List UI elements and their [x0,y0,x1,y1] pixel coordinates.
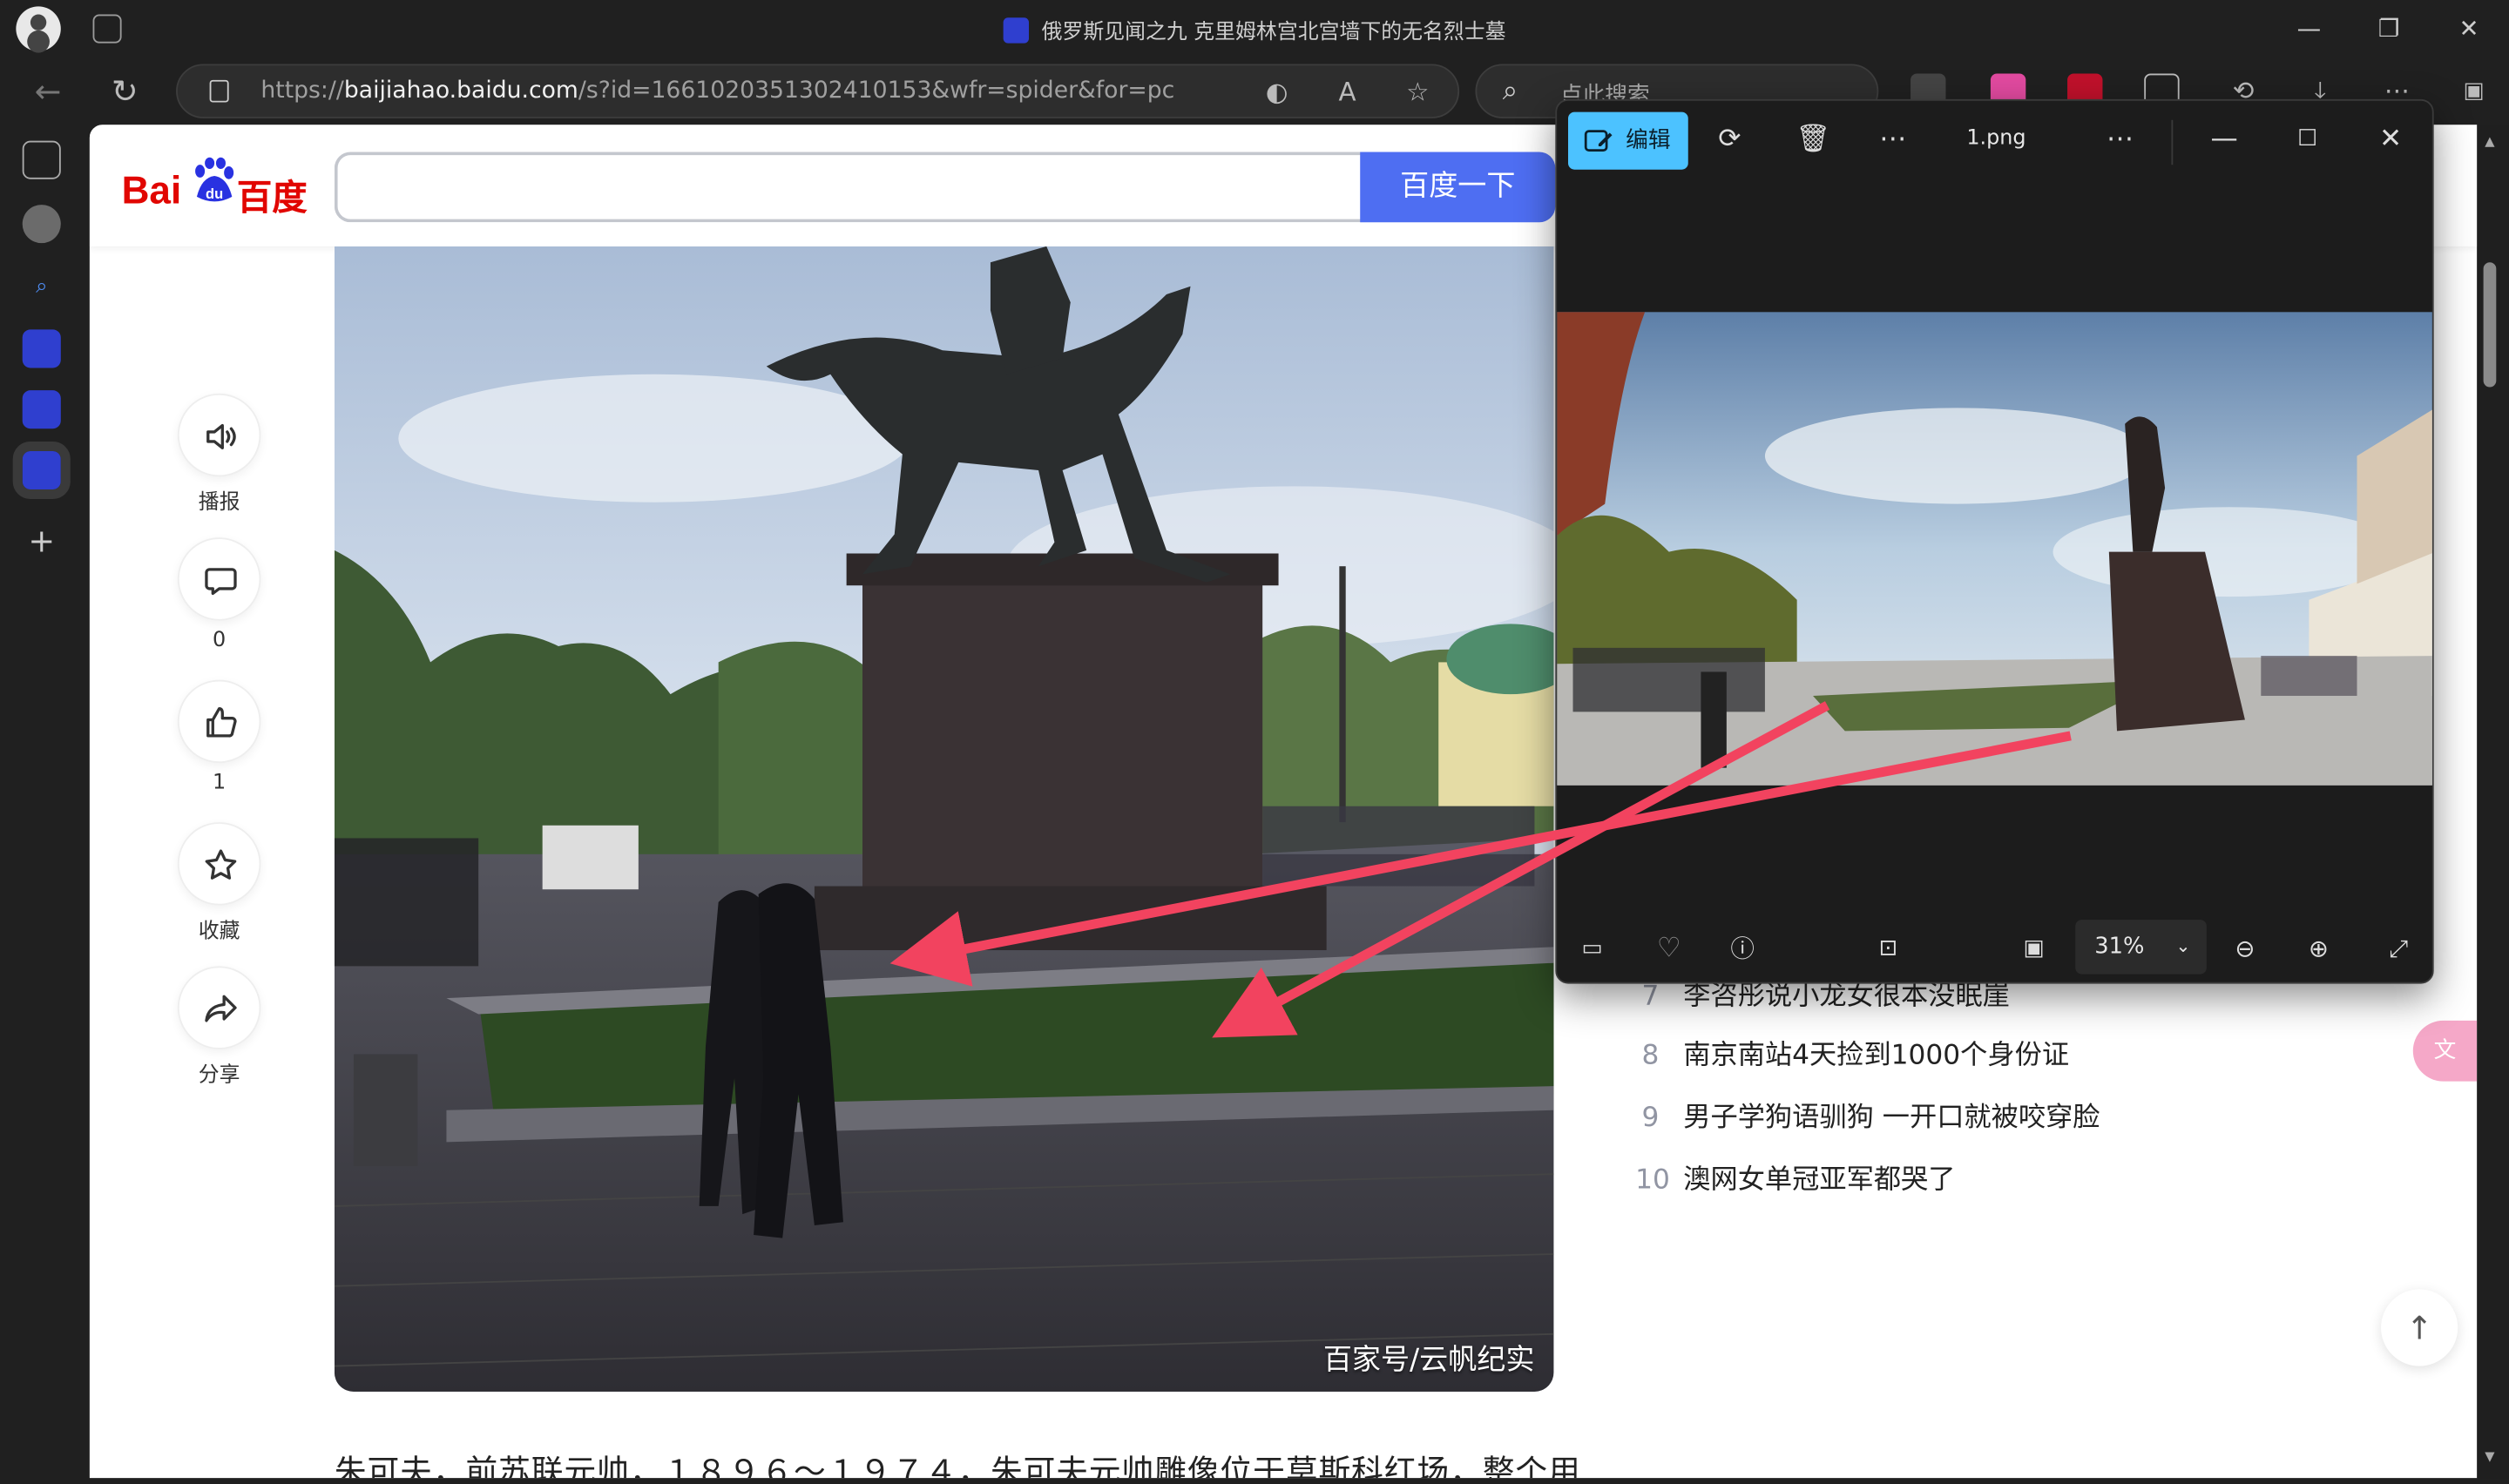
hot-rank: 8 [1641,1039,1660,1072]
broadcast-button[interactable] [177,393,261,477]
baidu-logo[interactable]: Bai du 百度 [122,151,314,221]
minimize-icon[interactable]: — [2289,10,2330,48]
edit-image-icon [1584,130,1613,152]
hot-list-item[interactable]: 10 澳网女单冠亚军都哭了 [1635,1157,1956,1197]
viewer-image[interactable] [1557,312,2432,786]
comment-icon [205,568,237,596]
viewer-close-icon[interactable]: ✕ [2373,122,2408,157]
viewer-minimize-icon[interactable]: — [2207,122,2242,157]
logo-du-text: du [206,186,223,202]
scroll-up-icon[interactable]: ▲ [2482,134,2498,149]
sidebar-tab-baidu-2[interactable] [22,390,61,429]
share-button[interactable] [177,966,261,1049]
viewer-toolbar: 编辑 ⟳ 🗑 ⋯ 1.png ⋯ — ☐ ✕ [1557,101,2432,178]
zoom-value: 31% [2094,934,2145,961]
delete-icon[interactable]: 🗑 [1796,122,1830,157]
street-view-image [1557,312,2432,786]
chevron-down-icon: ⌄ [2175,935,2191,957]
back-to-top-icon[interactable]: ↑ [2381,1289,2458,1366]
lock-icon [209,79,229,103]
filmstrip-icon[interactable]: ▭ [1574,931,1609,966]
translate-icon[interactable]: 文 [2412,1020,2478,1082]
thumbs-up-icon [206,707,237,738]
comment-button[interactable] [177,537,261,621]
edge-icon[interactable]: ◐ [1260,75,1295,110]
close-icon[interactable]: ✕ [2448,10,2490,48]
hot-rank: 10 [1635,1164,1670,1197]
hot-title: 澳网女单冠亚军都哭了 [1683,1164,1956,1197]
share-label: 分享 [198,1063,240,1088]
like-count: 1 [213,771,227,795]
window-title-text: 俄罗斯见闻之九 克里姆林宫北宫墙下的无名烈士墓 [1041,20,1506,45]
scroll-down-icon[interactable]: ▼ [2482,1449,2498,1464]
baidu-search-button[interactable]: 百度一下 [1360,152,1556,223]
address-bar[interactable]: https://baijiahao.baidu.com/s?id=1661020… [176,64,1460,118]
heart-icon[interactable]: ♡ [1652,931,1687,966]
edit-label: 编辑 [1626,127,1671,154]
hot-rank: 9 [1641,1102,1660,1135]
hot-list-item[interactable]: 8 南京南站4天捡到1000个身份证 [1641,1032,2069,1072]
fit-screen-icon[interactable]: ▣ [2016,931,2051,966]
viewer-maximize-icon[interactable]: ☐ [2289,122,2324,157]
edit-button[interactable]: 编辑 [1568,111,1688,170]
sidebar-tab-baidu-1[interactable] [22,329,61,368]
search-icon: ⌕ [1502,75,1518,108]
scrollbar-thumb[interactable] [2483,262,2497,388]
hot-list-item[interactable]: 9 男子学狗语驯狗 一开口就被咬穿脸 [1641,1094,2100,1135]
hot-title: 南京南站4天捡到1000个身份证 [1683,1039,2070,1072]
baidu-paw-icon: du [195,157,234,202]
restore-icon[interactable]: ❐ [2368,10,2410,48]
broadcast-label: 播报 [198,490,240,516]
refresh-icon[interactable]: ↻ [103,71,147,112]
viewer-bottom-bar: ▭ ♡ ⓘ ⊡ ▣ 31% ⌄ ⊖ ⊕ ⤢ [1557,914,2432,982]
logo-chinese-text: 百度 [236,179,308,219]
zoom-in-icon[interactable]: ⊕ [2301,931,2336,966]
article-photo[interactable]: 百家号/云帆纪实 [334,246,1554,1392]
sidebar-tab-search[interactable]: ⌕ [23,269,61,307]
photo-watermark: 百家号/云帆纪实 [1322,1343,1535,1378]
baidu-favicon-icon [1003,17,1029,44]
hot-title: 李咨彤说小龙女很本没眠崖 [1683,980,2010,1013]
viewer-more-icon[interactable]: ⋯ [2102,122,2137,157]
favorite-star-icon[interactable]: ☆ [1400,75,1435,110]
vertical-tabs-sidebar: ⌕ + [0,125,84,1484]
logo-bai-text: Bai [121,169,182,213]
window-title: 俄罗斯见闻之九 克里姆林宫北宫墙下的无名烈士墓 [0,15,2509,45]
more-options-icon[interactable]: ⋯ [1876,122,1910,157]
article-first-line: 朱可夫，前苏联元帅，１８９６～１９７４，朱可夫元帅雕像位于莫斯科红场，整个用 [334,1452,1581,1479]
toolbar-divider [2171,119,2174,165]
sidebar-toggle-icon[interactable]: ▣ [2452,71,2496,112]
statue-photo-image [334,246,1554,1392]
favorite-label: 收藏 [198,920,240,944]
hot-title: 男子学狗语驯狗 一开口就被咬穿脸 [1683,1102,2100,1135]
share-icon [205,995,237,1022]
sidebar-tab-avatar[interactable] [22,205,61,244]
zoom-dropdown[interactable]: 31% ⌄ [2075,920,2207,975]
page-scrollbar[interactable]: ▲ ▼ [2477,125,2509,1479]
info-icon[interactable]: ⓘ [1725,931,1760,966]
fullscreen-icon[interactable]: ⤢ [2381,931,2416,966]
comment-count: 0 [213,628,227,653]
sidebar-tab-baidu-active[interactable] [12,441,71,500]
title-bar: 俄罗斯见闻之九 克里姆林宫北宫墙下的无名烈士墓 — ❐ ✕ [0,0,2509,58]
star-icon [205,849,237,880]
photo-viewer-window: 编辑 ⟳ 🗑 ⋯ 1.png ⋯ — ☐ ✕ ▭ ♡ ⓘ ⊡ ▣ 31% ⌄ ⊖… [1555,98,2434,984]
file-name: 1.png [1966,126,2026,151]
baidu-search-input[interactable] [334,152,1363,223]
url-text: https://baijiahao.baidu.com/s?id=1661020… [260,78,1175,105]
visual-search-icon[interactable]: ⊡ [1870,931,1905,966]
hot-rank: 7 [1641,980,1660,1013]
read-aloud-icon[interactable]: A [1329,75,1364,110]
rotate-icon[interactable]: ⟳ [1712,122,1747,157]
back-icon[interactable]: ← [25,71,70,112]
favorite-button[interactable] [177,822,261,906]
zoom-out-icon[interactable]: ⊖ [2228,931,2262,966]
speaker-icon [206,423,236,449]
tab-panel-icon[interactable] [22,140,61,179]
new-tab-plus-icon[interactable]: + [23,522,61,560]
like-button[interactable] [177,679,261,764]
